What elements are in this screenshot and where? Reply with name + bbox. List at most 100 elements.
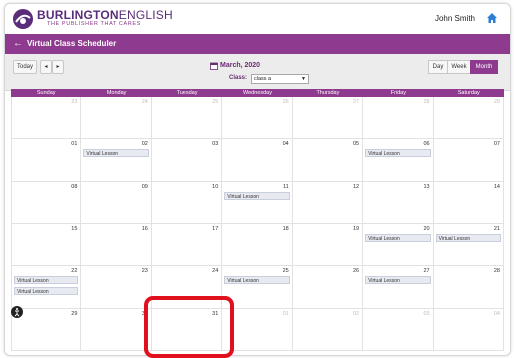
event-virtual-lesson[interactable]: Virtual Lesson: [83, 149, 149, 158]
view-day-button[interactable]: Day: [428, 60, 448, 74]
day-cell[interactable]: 28: [433, 266, 504, 309]
day-cell[interactable]: 02: [292, 308, 364, 351]
page-title: Virtual Class Scheduler: [27, 39, 117, 48]
day-number: 03: [423, 310, 430, 317]
accessibility-icon[interactable]: [11, 306, 23, 318]
event-virtual-lesson[interactable]: Virtual Lesson: [14, 287, 79, 296]
prev-button[interactable]: ◂: [40, 60, 52, 74]
burlington-logo-icon: [13, 9, 33, 29]
day-number: 07: [493, 141, 500, 148]
day-number: 04: [493, 310, 500, 317]
day-number: 02: [353, 310, 360, 317]
event-virtual-lesson[interactable]: Virtual Lesson: [365, 276, 431, 285]
day-cell[interactable]: 29: [433, 97, 504, 140]
day-cell[interactable]: 10: [151, 181, 223, 224]
weekday-saturday: Saturday: [457, 90, 480, 96]
day-cell[interactable]: 11 Virtual Lesson: [222, 181, 293, 224]
day-cell[interactable]: 30: [81, 308, 152, 351]
day-number: 21: [493, 226, 500, 232]
day-cell[interactable]: 08: [11, 181, 82, 224]
day-cell[interactable]: 25 Virtual Lesson: [222, 266, 293, 309]
day-cell[interactable]: 07: [433, 139, 504, 182]
brand-tagline: THE PUBLISHER THAT CARES: [47, 21, 141, 27]
day-number: 24: [141, 99, 148, 105]
day-cell[interactable]: 23: [11, 97, 82, 140]
event-virtual-lesson[interactable]: Virtual Lesson: [14, 276, 79, 285]
day-number: 09: [141, 183, 148, 190]
day-cell[interactable]: 01: [222, 308, 293, 351]
weekday-header: Sunday Monday Tuesday Wednesday Thursday Frid…: [11, 89, 504, 97]
day-number: 05: [353, 141, 360, 148]
day-number: 25: [282, 268, 289, 275]
day-number: 20: [423, 226, 430, 232]
brand-bold: BURLINGTON: [37, 8, 119, 22]
day-cell[interactable]: 31: [151, 308, 223, 351]
day-number: 01: [282, 310, 289, 317]
weekday-friday: Friday: [390, 90, 406, 96]
view-week-button[interactable]: Week: [447, 60, 471, 74]
event-virtual-lesson[interactable]: Virtual Lesson: [365, 149, 431, 158]
day-number: 15: [71, 226, 78, 232]
day-cell[interactable]: 23: [81, 266, 152, 309]
day-cell[interactable]: 27 Virtual Lesson: [363, 266, 434, 309]
day-cell[interactable]: 16: [81, 224, 152, 267]
day-cell[interactable]: 13: [363, 181, 434, 224]
day-cell[interactable]: 18: [222, 224, 293, 267]
day-cell[interactable]: 03: [151, 139, 223, 182]
day-cell[interactable]: 26: [292, 266, 364, 309]
day-cell[interactable]: 15: [11, 224, 82, 267]
today-button[interactable]: Today: [13, 60, 37, 74]
day-number: 19: [353, 226, 360, 232]
app-window: BURLINGTONENGLISH THE PUBLISHER THAT CAR…: [4, 3, 511, 356]
title-bar: ← Virtual Class Scheduler: [5, 34, 510, 54]
user-name[interactable]: John Smith: [435, 14, 475, 23]
calendar-toolbar: Today ◂ ▸ March, 2020 Class: class a ▼ D…: [5, 54, 510, 91]
day-cell[interactable]: 19: [292, 224, 364, 267]
event-virtual-lesson[interactable]: Virtual Lesson: [224, 276, 290, 285]
day-cell[interactable]: 04: [433, 308, 504, 351]
day-cell[interactable]: 17: [151, 224, 223, 267]
day-cell[interactable]: 14: [433, 181, 504, 224]
next-button[interactable]: ▸: [52, 60, 64, 74]
class-select[interactable]: class a ▼: [251, 74, 309, 84]
day-cell[interactable]: 28: [363, 97, 434, 140]
day-cell[interactable]: 12: [292, 181, 364, 224]
day-cell[interactable]: 24: [81, 97, 152, 140]
day-cell[interactable]: 09: [81, 181, 152, 224]
event-virtual-lesson[interactable]: Virtual Lesson: [224, 191, 290, 200]
day-number: 28: [423, 99, 430, 105]
day-cell[interactable]: 06 Virtual Lesson: [363, 139, 434, 182]
event-virtual-lesson[interactable]: Virtual Lesson: [365, 234, 431, 242]
day-number: 01: [71, 141, 78, 148]
weekday-tuesday: Tuesday: [176, 90, 198, 96]
day-cell[interactable]: 02 Virtual Lesson: [81, 139, 152, 182]
day-cell[interactable]: 24: [151, 266, 223, 309]
weekday-thursday: Thursday: [316, 90, 340, 96]
day-cell[interactable]: 22 Virtual Lesson Virtual Lesson: [11, 266, 82, 309]
day-number: 06: [423, 141, 430, 148]
month-title: March, 2020: [220, 62, 261, 69]
day-cell[interactable]: 01: [11, 139, 82, 182]
day-number: 29: [71, 310, 78, 317]
weekday-monday: Monday: [106, 90, 127, 96]
day-number: 12: [353, 183, 360, 190]
day-number: 14: [493, 183, 500, 190]
day-cell[interactable]: 26: [222, 97, 293, 140]
day-number: 25: [212, 99, 219, 105]
day-cell[interactable]: 04: [222, 139, 293, 182]
event-virtual-lesson[interactable]: Virtual Lesson: [435, 234, 501, 242]
weekday-wednesday: Wednesday: [243, 90, 272, 96]
day-cell[interactable]: 05: [292, 139, 364, 182]
day-number: 23: [71, 99, 78, 105]
class-label: Class:: [229, 75, 248, 81]
day-cell[interactable]: 27: [292, 97, 364, 140]
home-icon[interactable]: [486, 12, 498, 24]
arrow-left-icon[interactable]: ←: [13, 38, 23, 50]
day-cell[interactable]: 03: [363, 308, 434, 351]
view-month-button[interactable]: Month: [470, 60, 498, 74]
day-number: 23: [141, 268, 148, 275]
day-number: 27: [423, 268, 430, 275]
day-cell[interactable]: 21 Virtual Lesson: [433, 224, 504, 267]
day-cell[interactable]: 20 Virtual Lesson: [363, 224, 434, 267]
day-cell[interactable]: 25: [151, 97, 223, 140]
